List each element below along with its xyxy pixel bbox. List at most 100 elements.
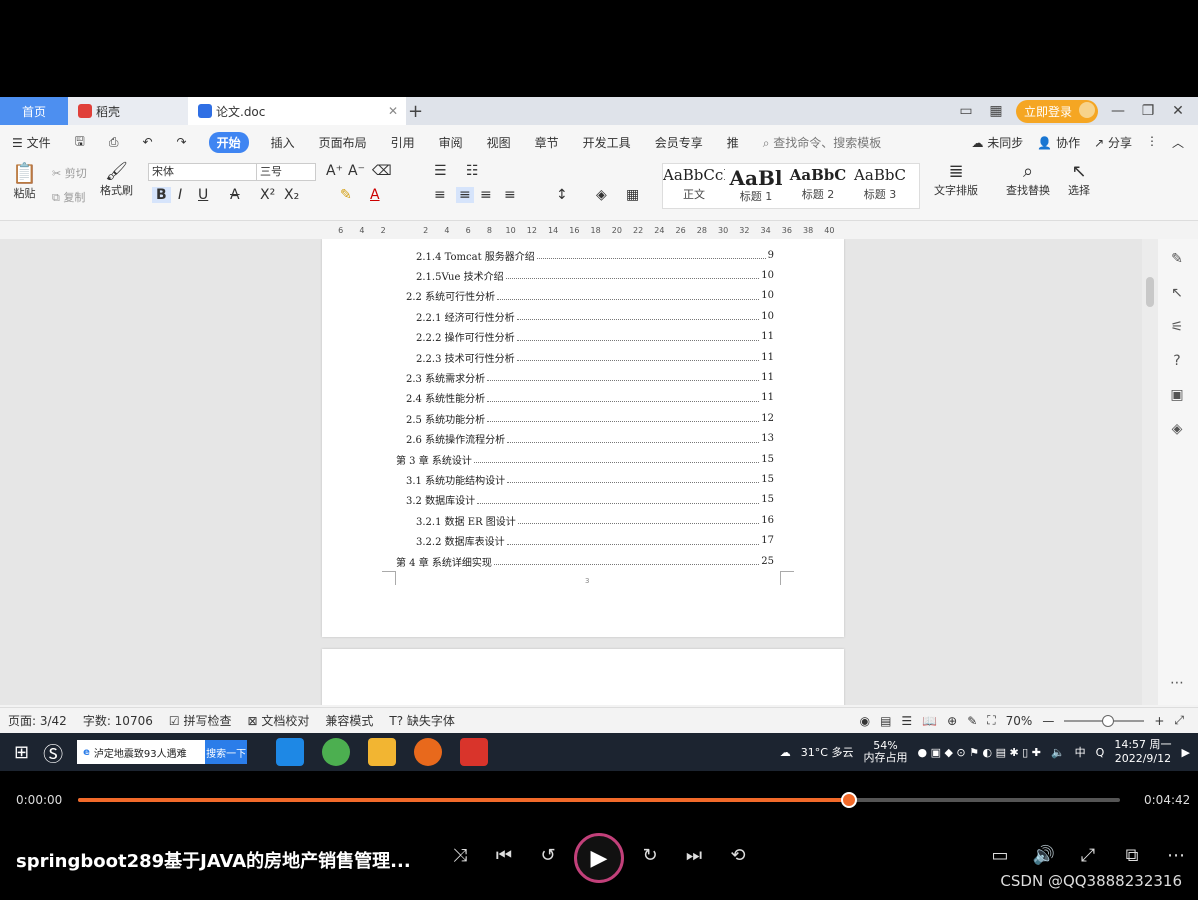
layout-icon[interactable]: ▭ (956, 103, 976, 119)
format-painter-button[interactable]: 🖌 格式刷 (100, 161, 133, 198)
pointer-icon[interactable]: ↖ (1168, 285, 1186, 303)
toc-entry[interactable]: 2.2.1 经济可行性分析 10 (416, 306, 774, 326)
vertical-scrollbar[interactable] (1142, 239, 1158, 705)
taskbar-search-button[interactable]: 搜索一下 (205, 740, 248, 764)
browser-360-icon[interactable] (322, 738, 351, 766)
shrink-font-icon[interactable]: A⁻ (348, 163, 365, 179)
ie-icon[interactable] (276, 738, 305, 766)
write-view-icon[interactable]: ✎ (967, 714, 977, 728)
zoom-out-icon[interactable]: — (1042, 714, 1054, 728)
select-button[interactable]: ↖ 选择 (1068, 161, 1090, 198)
wps-taskbar-icon[interactable] (460, 738, 489, 766)
new-tab-button[interactable]: + (408, 97, 423, 125)
zoom-knob[interactable] (1102, 714, 1115, 727)
app-s-icon[interactable]: Ⓢ (43, 738, 63, 767)
web-view-icon[interactable]: ⊕ (947, 714, 957, 728)
progress-bar[interactable] (78, 792, 1120, 808)
proofread[interactable]: ⊠ 文档校对 (239, 712, 317, 729)
rewind-icon[interactable]: ↺ (536, 845, 560, 866)
style-heading-1[interactable]: AaBl 标题 1 (725, 166, 787, 204)
line-spacing-icon[interactable]: ↕ (556, 187, 568, 203)
volume-icon[interactable]: 🔈 (1051, 746, 1065, 759)
font-color-icon[interactable]: A (370, 187, 380, 203)
qq-icon[interactable]: Q (1096, 746, 1105, 759)
more-icon[interactable]: ⋮ (1146, 134, 1158, 151)
speaker-icon[interactable]: 🔊 (1032, 845, 1056, 866)
read-view-icon[interactable]: 📖 (922, 714, 937, 728)
next-page[interactable] (322, 649, 844, 705)
close-window-icon[interactable]: ✕ (1168, 103, 1188, 119)
toc-entry[interactable]: 2.2 系统可行性分析 10 (406, 286, 774, 306)
align-center-icon[interactable]: ≡ (456, 187, 474, 203)
highlight-icon[interactable]: ✎ (340, 187, 352, 203)
document-canvas[interactable]: 2.1.4 Tomcat 服务器介绍 9 2.1.5Vue 技术介绍 10 2.2 系统… (0, 239, 1142, 705)
toc-entry[interactable]: 3.2 数据库设计 15 (406, 490, 774, 510)
shading-icon[interactable]: ◈ (596, 187, 607, 203)
save-icon[interactable]: 🖫 (63, 132, 97, 153)
toc-entry[interactable]: 2.3 系统需求分析 11 (406, 367, 774, 387)
word-count[interactable]: 字数: 10706 (75, 712, 161, 729)
collapse-ribbon-icon[interactable]: ︿ (1172, 134, 1184, 151)
clear-format-icon[interactable]: ⌫ (372, 163, 392, 179)
font-size-select[interactable]: 三号 (256, 163, 316, 181)
restore-icon[interactable]: ❐ (1138, 103, 1158, 119)
style-normal[interactable]: AaBbCcI 正文 (663, 166, 725, 202)
tray-icons[interactable]: ● ▣ ◆ ⊙ ⚑ ◐ ▤ ✱ ▯ ✚ (917, 746, 1040, 759)
apps-grid-icon[interactable]: ▦ (986, 103, 1006, 119)
border-icon[interactable]: ▦ (626, 187, 639, 203)
align-right-icon[interactable]: ≡ (480, 187, 492, 203)
sync-button[interactable]: ☁ 未同步 (971, 134, 1023, 151)
more-dots-icon[interactable]: ⋯ (1168, 675, 1186, 693)
bullets-icon[interactable]: ☰ (434, 163, 447, 179)
page-indicator[interactable]: 页面: 3/42 (0, 712, 75, 729)
menu-tab-start[interactable]: 开始 (208, 131, 249, 153)
scroll-thumb[interactable] (1146, 277, 1154, 307)
clock[interactable]: 14:57 周一 2022/9/12 (1114, 738, 1171, 766)
menu-tab-chapter[interactable]: 章节 (523, 134, 571, 151)
toc-entry[interactable]: 2.5 系统功能分析 12 (406, 408, 774, 428)
print-icon[interactable]: ⎙ (97, 135, 131, 150)
forward-icon[interactable]: ↻ (638, 845, 662, 866)
fullscreen-icon[interactable]: ⤢ (1174, 713, 1184, 728)
menu-tab-insert[interactable]: 插入 (259, 134, 307, 151)
underline-icon[interactable]: U (198, 187, 208, 203)
toc-entry[interactable]: 3.1 系统功能结构设计 15 (406, 469, 774, 489)
tab-daoke[interactable]: 稻壳 (68, 97, 188, 125)
mini-player-icon[interactable]: ⧉ (1120, 845, 1144, 866)
text-layout-button[interactable]: ≣ 文字排版 (934, 161, 978, 198)
help-icon[interactable]: ? (1168, 353, 1186, 371)
command-search[interactable]: ⌕ 查找命令、搜索模板 (763, 134, 882, 151)
menu-tab-view[interactable]: 视图 (475, 134, 523, 151)
next-icon[interactable]: ⏭ (682, 845, 706, 866)
strikethrough-icon[interactable]: A (230, 187, 240, 203)
ime-indicator[interactable]: 中 (1075, 744, 1086, 760)
superscript-icon[interactable]: X² (260, 187, 275, 203)
toc-entry[interactable]: 2.6 系统操作流程分析 13 (406, 429, 774, 449)
redo-icon[interactable]: ↷ (165, 135, 199, 149)
toc-entry[interactable]: 第 3 章 系统设计 15 (396, 449, 774, 469)
toc-entry[interactable]: 第 4 章 系统详细实现 25 (396, 551, 774, 571)
previous-icon[interactable]: ⏮ (492, 845, 516, 866)
numbering-icon[interactable]: ☷ (466, 163, 479, 179)
horizontal-ruler[interactable]: 6 4 2 2 4 6 8 10 12 14 16 18 20 22 24 26 28 30 32 34 36 38 40 (330, 223, 840, 237)
share-button[interactable]: ↗ 分享 (1094, 134, 1132, 151)
subtitles-icon[interactable]: ▭ (988, 845, 1012, 866)
find-replace-button[interactable]: ⌕ 查找替换 (1006, 161, 1050, 198)
outline-view-icon[interactable]: ☰ (901, 714, 912, 728)
toc-entry[interactable]: 2.1.4 Tomcat 服务器介绍 9 (416, 245, 774, 265)
zoom-slider[interactable] (1064, 714, 1145, 727)
menu-tab-more[interactable]: 推 (715, 134, 751, 151)
menu-tab-review[interactable]: 审阅 (427, 134, 475, 151)
notification-icon[interactable]: ▶ (1182, 746, 1190, 759)
menu-tab-developer[interactable]: 开发工具 (571, 134, 643, 151)
align-left-icon[interactable]: ≡ (434, 187, 446, 203)
style-heading-3[interactable]: AaBbC 标题 3 (849, 166, 911, 202)
toc-entry[interactable]: 2.4 系统性能分析 11 (406, 388, 774, 408)
eye-icon[interactable]: ◉ (860, 714, 870, 728)
taskbar-search[interactable]: e 泸定地震致93人遇难 (77, 740, 206, 764)
italic-icon[interactable]: I (178, 187, 182, 203)
menu-tab-references[interactable]: 引用 (379, 134, 427, 151)
collab-button[interactable]: 👤 协作 (1037, 134, 1080, 151)
play-button[interactable]: ▶ (574, 833, 624, 883)
menu-tab-layout[interactable]: 页面布局 (307, 134, 379, 151)
